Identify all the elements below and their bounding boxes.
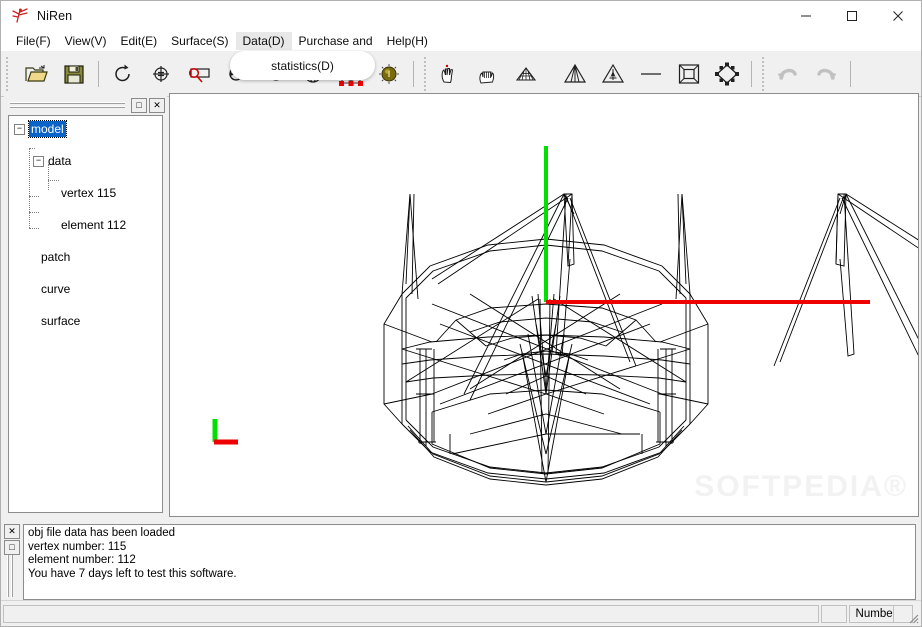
- menu-surface[interactable]: Surface(S): [164, 32, 235, 50]
- tree-node-patch[interactable]: patch: [9, 249, 162, 265]
- log-panel-float-button[interactable]: □: [4, 540, 20, 555]
- status-message-panel: [3, 605, 819, 623]
- menu-data[interactable]: Data(D): [235, 32, 292, 50]
- tree-expander-model[interactable]: −: [14, 124, 25, 135]
- toolbar-grip[interactable]: [3, 56, 11, 91]
- redo-icon[interactable]: [807, 55, 845, 93]
- main-toolbar: [1, 51, 921, 97]
- log-panel-buttons: ✕ □: [4, 524, 20, 556]
- close-button[interactable]: [875, 1, 921, 31]
- zoom-window-icon[interactable]: [180, 55, 218, 93]
- log-line: You have 7 days left to test this softwa…: [28, 567, 237, 580]
- log-output[interactable]: obj file data has been loaded vertex num…: [23, 524, 916, 600]
- status-indicator-1: [821, 605, 847, 623]
- tree-connector: [29, 212, 39, 213]
- resize-grip[interactable]: [907, 612, 919, 624]
- toolbar-separator: [98, 60, 99, 87]
- minimize-button[interactable]: [783, 1, 829, 31]
- output-log-panel: ✕ □ obj file data has been loaded vertex…: [4, 522, 919, 602]
- tree-panel-header: □ ✕: [4, 96, 167, 114]
- square-frame-icon[interactable]: [670, 55, 708, 93]
- log-panel-close-button[interactable]: ✕: [4, 524, 20, 539]
- open-file-icon[interactable]: [17, 55, 55, 93]
- window-title: NiRen: [37, 9, 73, 23]
- log-line: obj file data has been loaded: [28, 527, 176, 539]
- rotate-icon[interactable]: [104, 55, 142, 93]
- status-bar: Number: [1, 600, 921, 626]
- hand-mesh-icon[interactable]: [469, 55, 507, 93]
- pan-target-icon[interactable]: [142, 55, 180, 93]
- tree-connector: [48, 180, 59, 181]
- window-controls: [783, 1, 921, 31]
- maximize-button[interactable]: [829, 1, 875, 31]
- tree-node-surface[interactable]: surface: [9, 313, 162, 329]
- menu-edit[interactable]: Edit(E): [113, 32, 164, 50]
- toolbar-separator: [751, 60, 752, 87]
- menu-help[interactable]: Help(H): [380, 32, 435, 50]
- log-line: vertex number: 115: [28, 540, 127, 553]
- shaded-sphere-icon[interactable]: [370, 55, 408, 93]
- log-panel-drag-handle[interactable]: [6, 555, 16, 597]
- tree-node-model[interactable]: − model: [9, 120, 162, 138]
- wireframe-model: [383, 146, 918, 486]
- model-tree[interactable]: − model − data vertex 115 element 112 pa…: [8, 115, 163, 513]
- data-menu-popup[interactable]: statistics(D): [230, 51, 375, 80]
- menu-item-statistics[interactable]: statistics(D): [271, 59, 334, 73]
- model-tree-panel: □ ✕ − model − data vertex 115 element 11…: [4, 96, 167, 517]
- log-line: element number: 112: [28, 554, 136, 567]
- tree-expander-data[interactable]: −: [33, 156, 44, 167]
- tree-node-curve[interactable]: curve: [9, 281, 162, 297]
- tree-content: − model − data vertex 115 element 112 pa…: [9, 116, 162, 328]
- mesh-dome-icon[interactable]: [507, 55, 545, 93]
- undo-icon[interactable]: [769, 55, 807, 93]
- dragonfly-icon: [11, 7, 29, 25]
- tree-label-element[interactable]: element 112: [61, 217, 126, 233]
- tree-node-data[interactable]: − data: [9, 153, 162, 169]
- toolbar-grip[interactable]: [759, 56, 767, 91]
- tree-label-surface[interactable]: surface: [41, 313, 80, 329]
- tree-node-element[interactable]: element 112: [9, 217, 162, 233]
- save-file-icon[interactable]: [55, 55, 93, 93]
- application-window: NiRen File(F) View(V) Edit(E) Surface(S)…: [0, 0, 922, 627]
- tree-label-model[interactable]: model: [28, 120, 67, 138]
- tree-label-data[interactable]: data: [48, 153, 71, 169]
- menu-purchase[interactable]: Purchase and: [292, 32, 380, 50]
- menu-bar: File(F) View(V) Edit(E) Surface(S) Data(…: [1, 31, 921, 51]
- axis-indicator: [212, 419, 238, 445]
- toolbar-separator: [413, 60, 414, 87]
- watermark: SOFTPEDIA®: [694, 470, 908, 503]
- tree-panel-close-button[interactable]: ✕: [149, 97, 165, 113]
- triangle-point-icon[interactable]: [594, 55, 632, 93]
- line-icon[interactable]: [632, 55, 670, 93]
- menu-file[interactable]: File(F): [9, 32, 58, 50]
- toolbar-grip[interactable]: [421, 56, 429, 91]
- tree-connector: [29, 148, 35, 149]
- tree-label-curve[interactable]: curve: [41, 281, 70, 297]
- hand-open-icon[interactable]: [431, 55, 469, 93]
- tree-label-patch[interactable]: patch: [41, 249, 70, 265]
- title-bar: NiRen: [1, 1, 921, 31]
- diamond-nodes-icon[interactable]: [708, 55, 746, 93]
- tree-panel-drag-handle[interactable]: [10, 100, 125, 110]
- toolbar-separator: [850, 60, 851, 87]
- tree-node-vertex[interactable]: vertex 115: [9, 185, 162, 201]
- tree-label-vertex[interactable]: vertex 115: [61, 185, 116, 201]
- menu-view[interactable]: View(V): [58, 32, 114, 50]
- tree-panel-float-button[interactable]: □: [131, 97, 147, 113]
- model-viewport[interactable]: SOFTPEDIA®: [169, 93, 919, 517]
- triangle-mesh-icon[interactable]: [556, 55, 594, 93]
